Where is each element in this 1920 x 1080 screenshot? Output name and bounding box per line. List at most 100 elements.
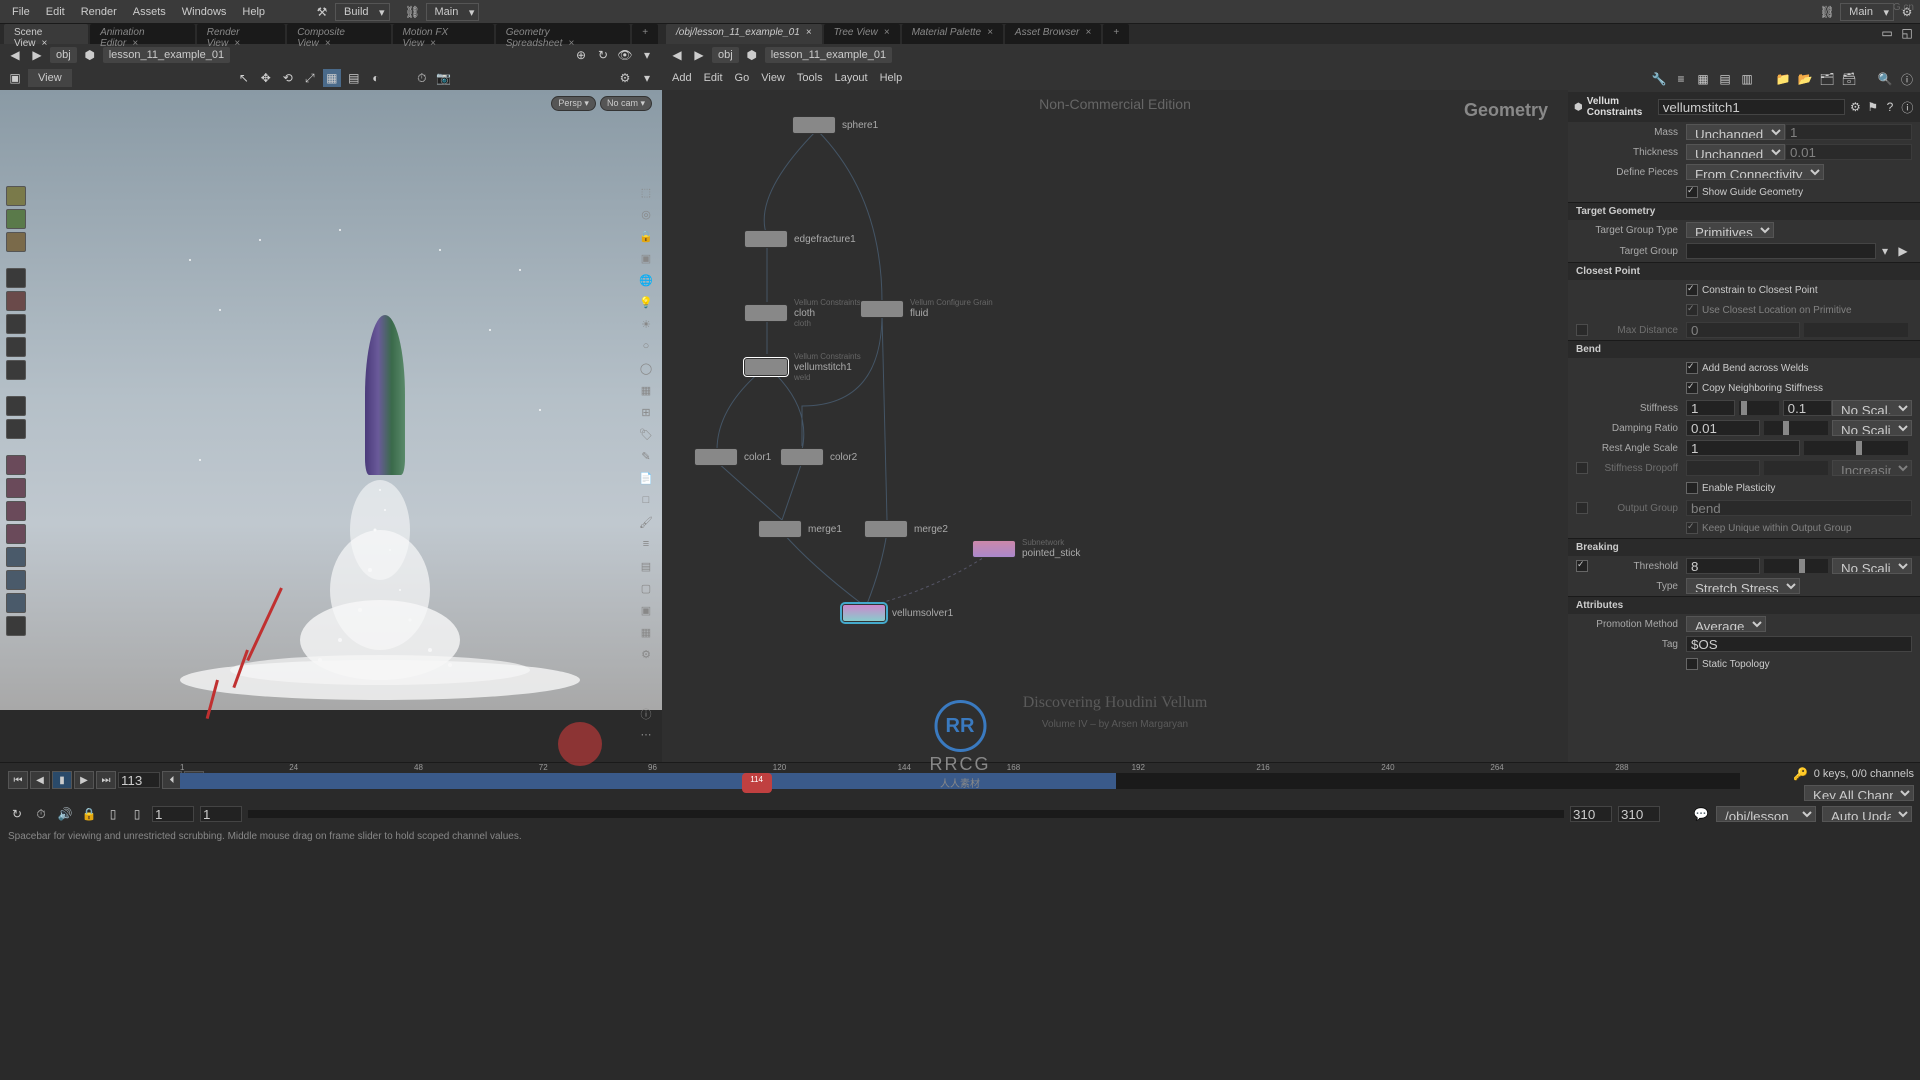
camera-icon[interactable]: 📷 xyxy=(435,69,453,87)
target-group-field[interactable] xyxy=(1686,243,1876,259)
grid-a-icon[interactable]: ▦ xyxy=(638,384,654,400)
net-go[interactable]: Go xyxy=(735,72,750,84)
damping-slider[interactable] xyxy=(1764,421,1828,435)
link-c-icon[interactable] xyxy=(6,593,26,613)
eye-icon[interactable]: 👁 xyxy=(616,46,634,64)
net-layout[interactable]: Layout xyxy=(835,72,868,84)
help-icon[interactable]: ? xyxy=(1883,98,1896,116)
path-obj-r[interactable]: obj xyxy=(712,47,739,63)
range-start2-field[interactable] xyxy=(200,806,242,822)
folder-d-icon[interactable]: 🗃 xyxy=(1840,70,1858,88)
tag-icon[interactable]: 🏷 xyxy=(638,428,654,444)
section-attributes[interactable]: Attributes xyxy=(1568,596,1920,614)
show-guide-checkbox[interactable] xyxy=(1686,186,1698,198)
net-edit[interactable]: Edit xyxy=(704,72,723,84)
node-merge2[interactable]: merge2 xyxy=(864,520,948,538)
tab-tree-view[interactable]: Tree View× xyxy=(824,24,900,44)
square-icon[interactable]: □ xyxy=(638,494,654,510)
cycle-icon[interactable]: ↻ xyxy=(594,46,612,64)
persp-badge[interactable]: Persp ▾ xyxy=(551,96,596,111)
step-back-button[interactable]: ⏴ xyxy=(162,771,182,789)
node-color1[interactable]: color1 xyxy=(694,448,771,466)
tab-geo-spreadsheet[interactable]: Geometry Spreadsheet× xyxy=(496,24,630,44)
playhead[interactable]: 114 xyxy=(742,773,772,793)
xray-icon[interactable]: ◎ xyxy=(638,208,654,224)
tab-scene-view[interactable]: Scene View× xyxy=(4,24,88,44)
main2-dropdown[interactable]: Main xyxy=(1840,3,1894,21)
grid-b-icon[interactable]: ▤ xyxy=(1716,70,1734,88)
lasso-tool-icon[interactable] xyxy=(6,209,26,229)
play-button[interactable]: ▶ xyxy=(74,771,94,789)
range-end-field[interactable] xyxy=(1570,806,1612,822)
close-icon[interactable]: × xyxy=(987,27,993,38)
axis-icon[interactable] xyxy=(6,396,26,416)
main2-link-icon[interactable]: ⛓ xyxy=(1818,3,1836,21)
arrow-icon[interactable]: ▶ xyxy=(1894,242,1912,260)
view-label[interactable]: View xyxy=(28,69,72,87)
range-end2-field[interactable] xyxy=(1618,806,1660,822)
path-scene-r[interactable]: lesson_11_example_01 xyxy=(765,47,892,63)
bulb-icon[interactable]: 💡 xyxy=(638,296,654,312)
range-start-field[interactable] xyxy=(152,806,194,822)
copy-neighbor-checkbox[interactable] xyxy=(1686,382,1698,394)
note-icon[interactable]: 📄 xyxy=(638,472,654,488)
dropdown-icon[interactable]: ▾ xyxy=(1876,242,1894,260)
forward-icon[interactable]: ▶ xyxy=(28,46,46,64)
circle-a-icon[interactable]: ○ xyxy=(638,340,654,356)
viewport[interactable]: Persp ▾ No cam ▾ xyxy=(0,90,662,710)
enable-plasticity-checkbox[interactable] xyxy=(1686,482,1698,494)
tab-add[interactable]: + xyxy=(632,24,658,44)
shade-icon[interactable]: ◐ xyxy=(367,69,385,87)
tab-render-view[interactable]: Render View× xyxy=(197,24,285,44)
cog-icon[interactable]: ⚙ xyxy=(638,648,654,664)
snap-icon[interactable]: ▦ xyxy=(323,69,341,87)
layer-icon[interactable]: ≡ xyxy=(638,538,654,554)
tab-asset-browser[interactable]: Asset Browser× xyxy=(1005,24,1101,44)
net-help[interactable]: Help xyxy=(880,72,903,84)
brush-tool-icon[interactable] xyxy=(6,232,26,252)
node-pointed-stick[interactable]: Subnetworkpointed_stick xyxy=(972,538,1080,559)
circle-b-icon[interactable]: ◯ xyxy=(638,362,654,378)
break-type-select[interactable]: Stretch Stress xyxy=(1686,578,1800,594)
menu-windows[interactable]: Windows xyxy=(174,2,235,22)
lock-icon[interactable] xyxy=(6,291,26,311)
tag-field[interactable] xyxy=(1686,636,1912,652)
info-icon[interactable]: ⓘ xyxy=(1901,98,1914,116)
range-b-icon[interactable]: ▯ xyxy=(128,805,146,823)
damping-scaling[interactable]: No Scaling xyxy=(1832,420,1912,436)
back-icon[interactable]: ◀ xyxy=(668,46,686,64)
help-icon[interactable]: ⓘ xyxy=(638,706,654,722)
list-icon[interactable]: ≡ xyxy=(1672,70,1690,88)
link-a-icon[interactable] xyxy=(6,547,26,567)
close-icon[interactable]: × xyxy=(430,38,436,49)
forward-icon[interactable]: ▶ xyxy=(690,46,708,64)
promotion-select[interactable]: Average xyxy=(1686,616,1766,632)
node-cloth[interactable]: Vellum Constraintsclothcloth xyxy=(744,298,861,328)
node-color2[interactable]: color2 xyxy=(780,448,857,466)
define-pieces-select[interactable]: From Connectivity xyxy=(1686,164,1824,180)
grid-c-icon[interactable]: ▥ xyxy=(1738,70,1756,88)
menu-assets[interactable]: Assets xyxy=(125,2,174,22)
stiffness-extra[interactable] xyxy=(1783,400,1832,416)
grid-b-icon[interactable]: ⊞ xyxy=(638,406,654,422)
node-name-field[interactable] xyxy=(1658,99,1845,115)
ghost-icon[interactable]: ⬚ xyxy=(638,186,654,202)
audio-icon[interactable]: 🔊 xyxy=(56,805,74,823)
node-vellumstitch1[interactable]: Vellum Constraintsvellumstitch1weld xyxy=(744,352,861,382)
scale-icon[interactable]: ⤢ xyxy=(301,69,319,87)
close-icon[interactable]: × xyxy=(884,27,890,38)
minimize-icon[interactable]: ▭ xyxy=(1878,24,1896,42)
stack-icon[interactable]: ▤ xyxy=(638,560,654,576)
thickness-select[interactable]: Unchanged xyxy=(1686,144,1785,160)
folder-c-icon[interactable]: 🗂 xyxy=(1818,70,1836,88)
main-link-icon[interactable]: ⛓ xyxy=(404,3,422,21)
options-icon[interactable]: ⚙ xyxy=(616,69,634,87)
menu-help[interactable]: Help xyxy=(234,2,273,22)
path-obj[interactable]: obj xyxy=(50,47,77,63)
pencil-icon[interactable]: ✎ xyxy=(638,450,654,466)
maximize-icon[interactable]: ◱ xyxy=(1898,24,1916,42)
section-bend[interactable]: Bend xyxy=(1568,340,1920,358)
tab-anim-editor[interactable]: Animation Editor× xyxy=(90,24,195,44)
section-breaking[interactable]: Breaking xyxy=(1568,538,1920,556)
constrain-closest-checkbox[interactable] xyxy=(1686,284,1698,296)
